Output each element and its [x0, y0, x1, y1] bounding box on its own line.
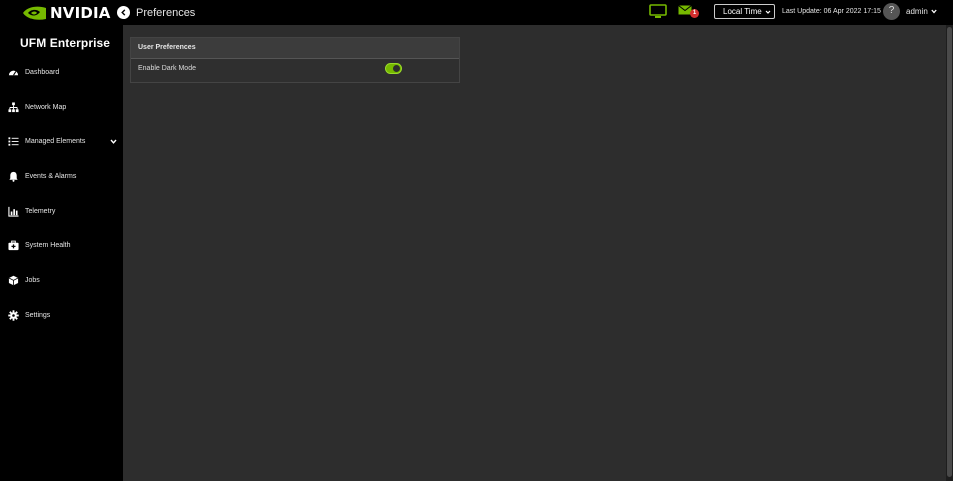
sidebar-item-system-health[interactable]: System Health	[0, 235, 123, 255]
sidebar-item-dashboard[interactable]: Dashboard	[0, 62, 123, 82]
notification-badge: 1	[690, 9, 699, 18]
sidebar-item-jobs[interactable]: Jobs	[0, 270, 123, 290]
panel-title: User Preferences	[138, 44, 196, 51]
sidebar-item-label: Settings	[25, 311, 51, 319]
top-bar: NVIDIA Preferences 1 Local Time Last Upd…	[0, 0, 953, 25]
monitor-icon[interactable]	[649, 4, 667, 19]
timezone-select[interactable]: Local Time	[714, 4, 775, 19]
main-content	[123, 25, 946, 481]
sidebar-item-label: Dashboard	[25, 68, 60, 76]
sidebar-item-settings[interactable]: Settings	[0, 305, 123, 325]
dark-mode-toggle[interactable]	[385, 63, 402, 74]
panel-header: User Preferences	[131, 38, 459, 59]
app-name: UFM Enterprise	[20, 36, 111, 50]
nvidia-logo[interactable]: NVIDIA	[21, 3, 111, 22]
toggle-knob	[393, 65, 400, 72]
help-button[interactable]: ?	[883, 3, 900, 20]
gear-icon	[8, 309, 19, 321]
network-map-icon	[8, 101, 19, 113]
dashboard-icon	[8, 67, 19, 78]
sidebar-item-label: Telemetry	[25, 207, 56, 215]
timezone-select-value: Local Time	[723, 7, 762, 16]
sidebar-item-label: Jobs	[25, 276, 40, 284]
chevron-down-icon	[765, 10, 771, 14]
nvidia-eye-icon	[23, 6, 46, 20]
cube-icon	[8, 275, 19, 286]
chevron-down-icon	[931, 9, 937, 14]
notifications-button[interactable]: 1	[678, 5, 700, 19]
sidebar-item-network-map[interactable]: Network Map	[0, 97, 123, 117]
sidebar: UFM Enterprise Dashboard Network Map Man…	[0, 25, 123, 481]
chart-icon	[8, 206, 19, 217]
chevron-left-icon	[121, 9, 126, 16]
last-update-text: Last Update: 06 Apr 2022 17:15	[782, 8, 881, 15]
vertical-scrollbar[interactable]	[946, 25, 953, 481]
chevron-down-icon	[110, 139, 117, 144]
user-preferences-panel: User Preferences Enable Dark Mode	[130, 37, 460, 83]
logo-text: NVIDIA	[50, 3, 111, 22]
sidebar-item-managed-elements[interactable]: Managed Elements	[0, 131, 123, 151]
list-icon	[8, 136, 19, 147]
user-menu[interactable]: admin	[906, 7, 937, 16]
user-name: admin	[906, 7, 928, 16]
medical-kit-icon	[8, 240, 19, 251]
sidebar-item-telemetry[interactable]: Telemetry	[0, 201, 123, 221]
sidebar-item-label: System Health	[25, 241, 71, 249]
sidebar-item-label: Network Map	[25, 103, 67, 111]
sidebar-item-events-alarms[interactable]: Events & Alarms	[0, 166, 123, 186]
sidebar-item-label: Events & Alarms	[25, 172, 77, 180]
scrollbar-thumb[interactable]	[947, 27, 952, 477]
dark-mode-label: Enable Dark Mode	[138, 65, 196, 72]
back-button[interactable]	[117, 6, 130, 19]
sidebar-item-label: Managed Elements	[25, 137, 86, 145]
page-title: Preferences	[136, 7, 196, 19]
bell-icon	[8, 171, 19, 182]
